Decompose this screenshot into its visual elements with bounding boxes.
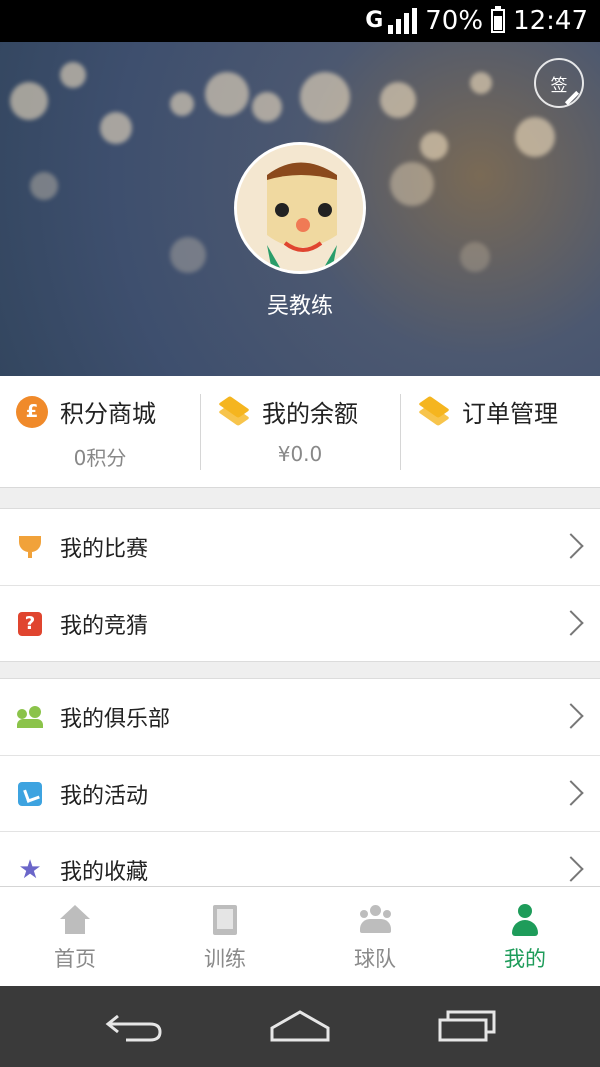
my-balance[interactable]: 我的余额 ¥0.0 [200,376,400,487]
tab-training[interactable]: 训练 [150,887,300,986]
home-icon [58,903,92,937]
menu-item-my-activities[interactable]: 我的活动 [0,755,600,831]
question-icon: ? [17,611,43,637]
system-navigation-bar [0,986,600,1067]
signal-icon: G [365,8,418,34]
order-management[interactable]: 订单管理 [400,376,600,487]
chevron-right-icon [558,533,584,559]
menu-group-social: 我的俱乐部 我的活动 ★ 我的收藏 [0,678,600,907]
battery-percent: 70% [425,6,484,36]
avatar[interactable] [234,142,366,274]
flag-icon [17,781,43,807]
points-mall[interactable]: 积分商城 0积分 [0,376,200,487]
recents-icon[interactable] [436,1008,500,1044]
chevron-right-icon [558,703,584,729]
menu-item-my-clubs[interactable]: 我的俱乐部 [0,679,600,755]
layers-icon [218,395,250,428]
tab-me[interactable]: 我的 [450,887,600,986]
points-value: 0积分 [73,446,127,470]
cartoon-face-icon [237,145,363,271]
chevron-right-icon [558,610,584,636]
clock: 12:47 [513,6,588,36]
person-icon [508,903,542,937]
status-bar: G 70% 12:47 [0,0,600,42]
back-icon[interactable] [104,1008,164,1044]
profile-header: 签 吴教练 [0,42,600,376]
coin-icon [16,395,48,428]
menu-item-my-matches[interactable]: 我的比赛 [0,509,600,585]
bottom-tab-bar: 首页 训练 球队 我的 [0,886,600,986]
tab-home[interactable]: 首页 [0,887,150,986]
star-icon: ★ [18,854,42,885]
menu-item-my-guesses[interactable]: ? 我的竞猜 [0,585,600,661]
username: 吴教练 [266,294,333,319]
chevron-right-icon [558,780,584,806]
sign-in-button[interactable]: 签 [534,58,584,108]
tab-team[interactable]: 球队 [300,887,450,986]
layers-icon [418,395,450,428]
book-icon [208,903,242,937]
battery-icon [491,6,506,33]
account-stats: 积分商城 0积分 我的余额 ¥0.0 订单管理 [0,376,600,488]
people-icon [17,704,43,730]
trophy-icon [17,534,43,560]
team-icon [358,903,392,937]
balance-value: ¥0.0 [277,442,323,466]
home-nav-icon[interactable] [268,1008,332,1044]
menu-group-competition: 我的比赛 ? 我的竞猜 [0,508,600,662]
chevron-right-icon [558,856,584,882]
